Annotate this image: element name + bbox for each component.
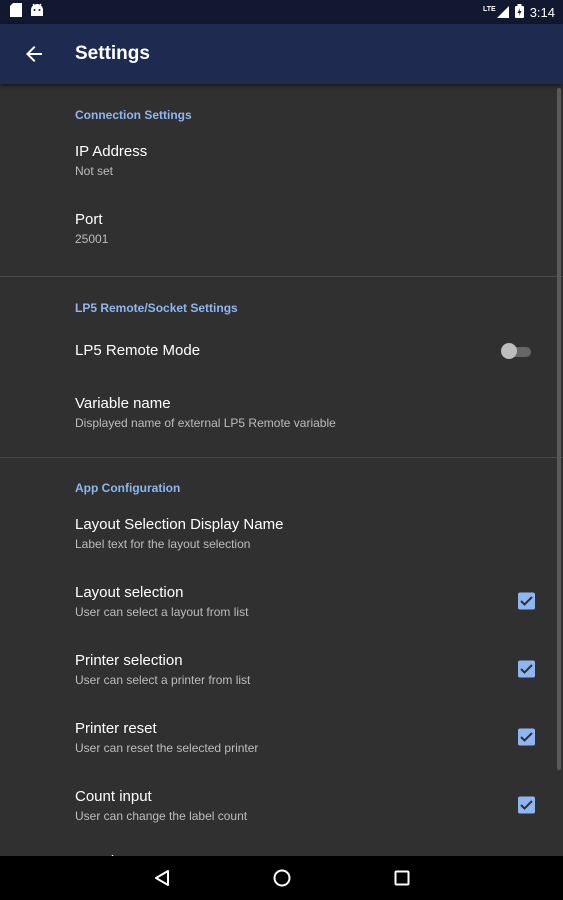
pref-printer-selection[interactable]: Printer selection User can select a prin… bbox=[0, 635, 563, 703]
pref-summary: Displayed name of external LP5 Remote va… bbox=[75, 415, 336, 430]
pref-title: Printer selection bbox=[75, 651, 183, 669]
check-icon bbox=[520, 596, 533, 606]
check-icon bbox=[520, 664, 533, 674]
clock: 3:14 bbox=[529, 4, 555, 20]
printer-selection-checkbox[interactable] bbox=[518, 660, 535, 678]
pref-layout-selection-display-name[interactable]: Layout Selection Display Name Label text… bbox=[0, 499, 563, 567]
pref-title: Printer reset bbox=[75, 719, 157, 737]
status-bar: LTE 3:14 bbox=[0, 0, 563, 24]
back-button[interactable] bbox=[6, 24, 62, 84]
pref-title: Variable name bbox=[75, 394, 171, 412]
scrollbar[interactable] bbox=[557, 88, 561, 770]
printer-reset-checkbox[interactable] bbox=[518, 728, 535, 746]
count-input-checkbox[interactable] bbox=[518, 796, 535, 814]
navigation-bar bbox=[0, 856, 563, 900]
arrow-back-icon bbox=[26, 46, 42, 62]
lp5-remote-mode-switch[interactable] bbox=[501, 342, 531, 360]
layout-selection-checkbox[interactable] bbox=[518, 592, 535, 610]
circle-home-icon bbox=[273, 869, 290, 887]
pref-data-input[interactable]: Data input bbox=[0, 839, 563, 856]
pref-title: Count input bbox=[75, 787, 152, 805]
nav-back-button[interactable] bbox=[147, 863, 177, 893]
category-lp5-remote-socket-settings: LP5 Remote/Socket Settings bbox=[75, 301, 238, 315]
check-icon bbox=[520, 732, 533, 742]
page-title: Settings bbox=[75, 43, 150, 64]
pref-title: LP5 Remote Mode bbox=[75, 342, 201, 359]
category-app-configuration: App Configuration bbox=[75, 481, 181, 495]
pref-title: Port bbox=[75, 210, 103, 228]
pref-lp5-remote-mode[interactable]: LP5 Remote Mode bbox=[0, 319, 563, 382]
category-connection-settings: Connection Settings bbox=[75, 108, 192, 122]
pref-count-input[interactable]: Count input User can change the label co… bbox=[0, 771, 563, 839]
check-icon bbox=[520, 800, 533, 810]
pref-variable-name[interactable]: Variable name Displayed name of external… bbox=[0, 382, 563, 442]
pref-layout-selection[interactable]: Layout selection User can select a layou… bbox=[0, 567, 563, 635]
settings-list[interactable]: Connection Settings IP Address Not set P… bbox=[0, 84, 563, 856]
pref-summary: User can select a layout from list bbox=[75, 604, 249, 619]
pref-summary: Label text for the layout selection bbox=[75, 536, 251, 551]
pref-port[interactable]: Port 25001 bbox=[0, 194, 563, 262]
nav-recents-button[interactable] bbox=[387, 863, 417, 893]
pref-summary: Not set bbox=[75, 163, 114, 178]
switch-thumb bbox=[501, 342, 517, 359]
signal-icon: LTE bbox=[483, 6, 509, 18]
pref-title: Layout Selection Display Name bbox=[75, 515, 284, 533]
pref-summary: User can change the label count bbox=[75, 808, 248, 823]
pref-summary: User can reset the selected printer bbox=[75, 740, 259, 755]
android-notification-icon bbox=[30, 3, 44, 21]
app-bar: Settings bbox=[0, 24, 563, 84]
pref-summary: User can select a printer from list bbox=[75, 672, 251, 687]
pref-summary: 25001 bbox=[75, 231, 109, 246]
pref-title: Data input bbox=[75, 839, 563, 856]
pref-printer-reset[interactable]: Printer reset User can reset the selecte… bbox=[0, 703, 563, 771]
pref-ip-address[interactable]: IP Address Not set bbox=[0, 126, 563, 194]
network-type: LTE bbox=[482, 6, 496, 13]
square-recents-icon bbox=[394, 870, 409, 886]
triangle-back-icon bbox=[154, 870, 169, 886]
battery-icon bbox=[514, 3, 524, 21]
storage-notification-icon bbox=[10, 2, 22, 22]
pref-title: IP Address bbox=[75, 142, 148, 160]
pref-title: Layout selection bbox=[75, 583, 184, 601]
nav-home-button[interactable] bbox=[267, 863, 297, 893]
